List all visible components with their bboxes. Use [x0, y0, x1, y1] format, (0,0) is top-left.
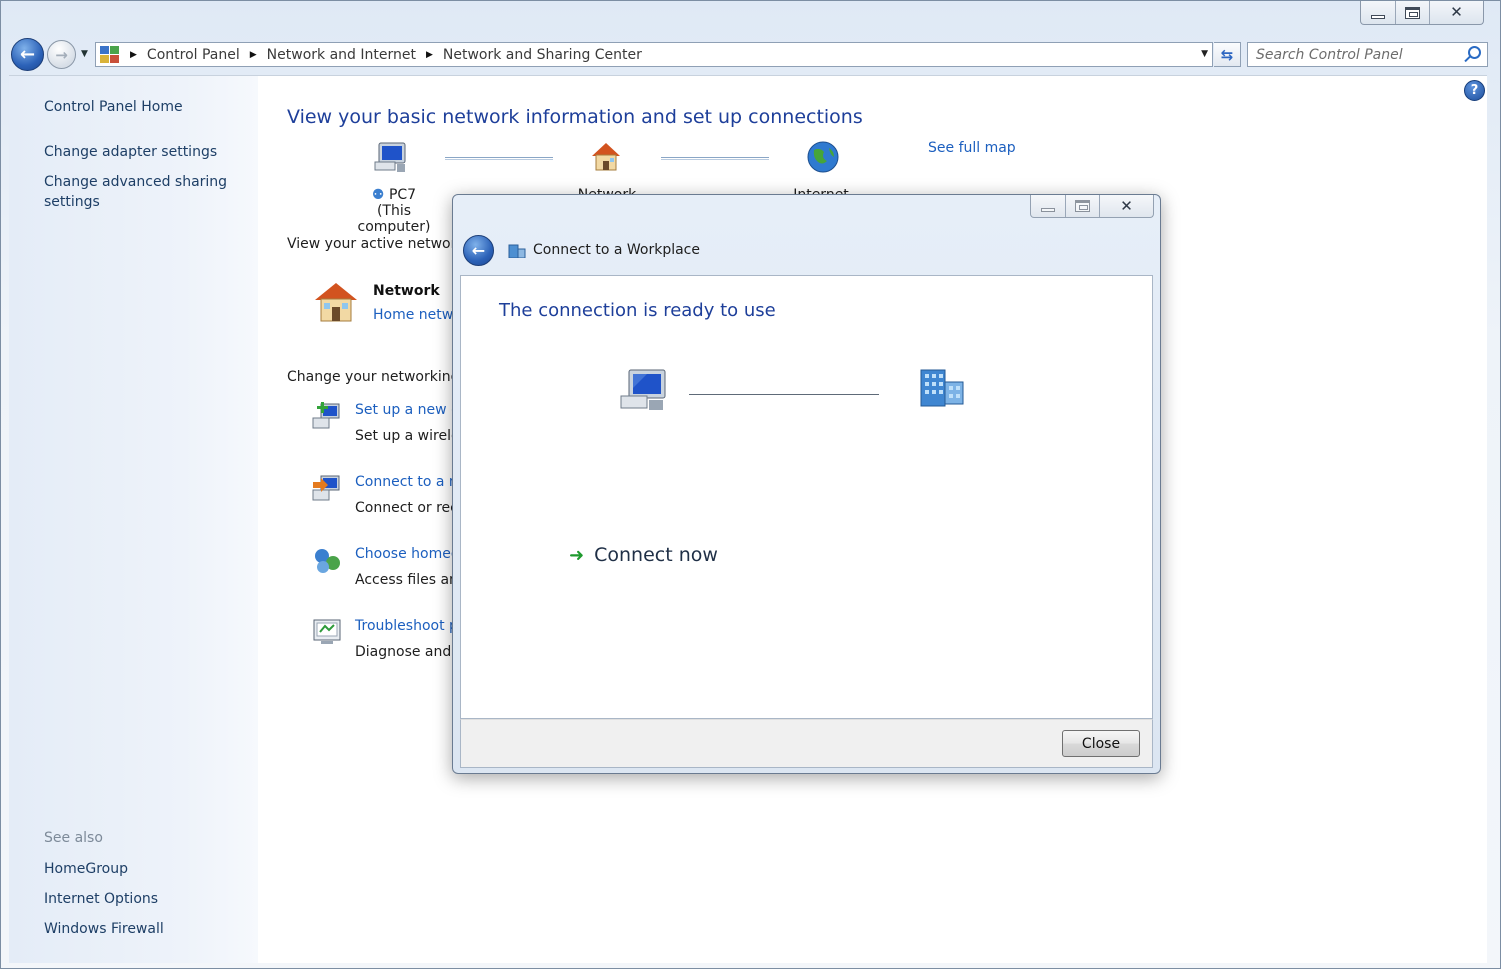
change-advanced-sharing-line-1: Change advanced sharing: [44, 174, 228, 190]
network-name: Network: [373, 283, 440, 299]
green-arrow-icon: ➜: [569, 544, 585, 566]
maximize-icon: [1075, 200, 1090, 212]
address-dropdown-icon[interactable]: ▼: [1201, 49, 1208, 59]
dialog-footer: Close: [460, 719, 1153, 768]
connect-now-command-link[interactable]: ➜ Connect now: [569, 544, 718, 566]
map-connection-line: [445, 157, 553, 160]
choose-homegroup-desc: Access files an: [355, 572, 458, 588]
dialog-back-button[interactable]: ←: [463, 235, 494, 266]
back-arrow-icon: ←: [471, 241, 486, 260]
set-up-new-connection-link[interactable]: Set up a new c: [355, 402, 459, 418]
address-bar[interactable]: ▶ Control Panel ▶ Network and Internet ▶…: [95, 42, 1213, 67]
new-connection-icon: [312, 402, 340, 429]
maximize-button[interactable]: [1395, 1, 1429, 24]
homegroup-icon: [315, 549, 340, 573]
computer-icon[interactable]: [373, 140, 409, 174]
search-input[interactable]: [1256, 46, 1456, 63]
breadcrumb-separator-icon[interactable]: ▶: [250, 50, 257, 60]
dialog-heading: The connection is ready to use: [499, 300, 776, 321]
connection-line: [689, 394, 879, 395]
forward-arrow-icon: →: [55, 45, 68, 64]
close-button[interactable]: Close: [1062, 730, 1140, 757]
windows-firewall-link[interactable]: Windows Firewall: [44, 919, 164, 939]
page-title: View your basic network information and …: [287, 106, 863, 128]
see-also-label: See also: [44, 830, 103, 846]
help-icon[interactable]: ?: [1464, 80, 1485, 101]
home-network-link[interactable]: Home netw: [373, 307, 453, 323]
home-network-icon: [315, 283, 357, 322]
search-icon[interactable]: [1468, 46, 1481, 59]
troubleshoot-problems-desc: Diagnose and: [355, 644, 452, 660]
choose-homegroup-link[interactable]: Choose homeg: [355, 546, 460, 562]
connect-now-label: Connect now: [594, 544, 718, 566]
pc-subtitle: (This computer): [357, 203, 431, 235]
workplace-building-icon: [508, 244, 526, 258]
computer-icon: [620, 369, 666, 410]
internet-options-link[interactable]: Internet Options: [44, 889, 158, 909]
minimize-icon: [1371, 14, 1385, 19]
close-icon: ✕: [1450, 3, 1463, 21]
close-icon: ✕: [1120, 196, 1133, 215]
see-full-map-link[interactable]: See full map: [928, 140, 1016, 156]
pc-node-label: ⚉ PC7 (This computer): [339, 187, 449, 235]
change-networking-label: Change your networking: [287, 369, 460, 385]
active-networks-label: View your active network: [287, 236, 465, 252]
left-task-pane: Control Panel Home Change adapter settin…: [9, 76, 258, 963]
dialog-content: The connection is ready to use ➜ Connect…: [460, 275, 1153, 719]
back-button[interactable]: ←: [11, 38, 44, 71]
maximize-icon: [1405, 6, 1420, 19]
internet-globe-icon[interactable]: [805, 140, 841, 174]
homegroup-link[interactable]: HomeGroup: [44, 859, 128, 879]
change-advanced-sharing-line-2: settings: [44, 194, 100, 210]
set-up-new-connection-desc: Set up a wirele: [355, 428, 460, 444]
change-advanced-sharing-settings-link[interactable]: Change advanced sharing settings: [44, 172, 227, 212]
connect-to-workplace-dialog: ✕ ← Connect to a Workplace The connectio…: [452, 194, 1161, 774]
minimize-icon: [1041, 208, 1055, 212]
pc-name: PC7: [388, 187, 417, 203]
breadcrumb-network-and-sharing-center[interactable]: Network and Sharing Center: [443, 47, 642, 63]
breadcrumb-separator-icon[interactable]: ▶: [426, 50, 433, 60]
dialog-title: Connect to a Workplace: [533, 242, 700, 258]
navigation-bar: ← → ▼ ▶ Control Panel ▶ Network and Inte…: [9, 37, 1488, 73]
map-connection-line: [661, 157, 769, 160]
refresh-icon: ⇆: [1220, 45, 1234, 64]
close-window-button[interactable]: ✕: [1429, 1, 1483, 24]
homegroup-icon: ⚉: [371, 187, 385, 203]
troubleshoot-problems-link[interactable]: Troubleshoot p: [355, 618, 458, 634]
home-network-icon[interactable]: [588, 140, 624, 174]
minimize-button[interactable]: [1361, 1, 1395, 24]
window-caption-buttons: ✕: [1360, 1, 1484, 25]
breadcrumb-control-panel[interactable]: Control Panel: [147, 47, 240, 63]
control-panel-home-link[interactable]: Control Panel Home: [44, 97, 183, 117]
change-adapter-settings-link[interactable]: Change adapter settings: [44, 142, 217, 162]
breadcrumb-separator-icon[interactable]: ▶: [130, 50, 137, 60]
dialog-maximize-button[interactable]: [1065, 195, 1099, 217]
dialog-minimize-button[interactable]: [1031, 195, 1065, 217]
connect-to-network-link[interactable]: Connect to a n: [355, 474, 458, 490]
refresh-button[interactable]: ⇆: [1214, 42, 1241, 67]
connect-to-network-desc: Connect or rec: [355, 500, 458, 516]
connect-to-network-icon: [312, 475, 340, 501]
dialog-close-button[interactable]: ✕: [1099, 195, 1153, 217]
recent-pages-dropdown[interactable]: ▼: [81, 49, 88, 59]
forward-button[interactable]: →: [47, 40, 76, 69]
breadcrumb-network-and-internet[interactable]: Network and Internet: [267, 47, 416, 63]
dialog-caption-buttons: ✕: [1030, 195, 1154, 218]
search-box[interactable]: [1247, 42, 1488, 67]
control-panel-icon: [100, 45, 120, 64]
workplace-building-icon: [920, 369, 964, 407]
troubleshoot-icon: [313, 619, 341, 644]
back-arrow-icon: ←: [19, 44, 36, 65]
